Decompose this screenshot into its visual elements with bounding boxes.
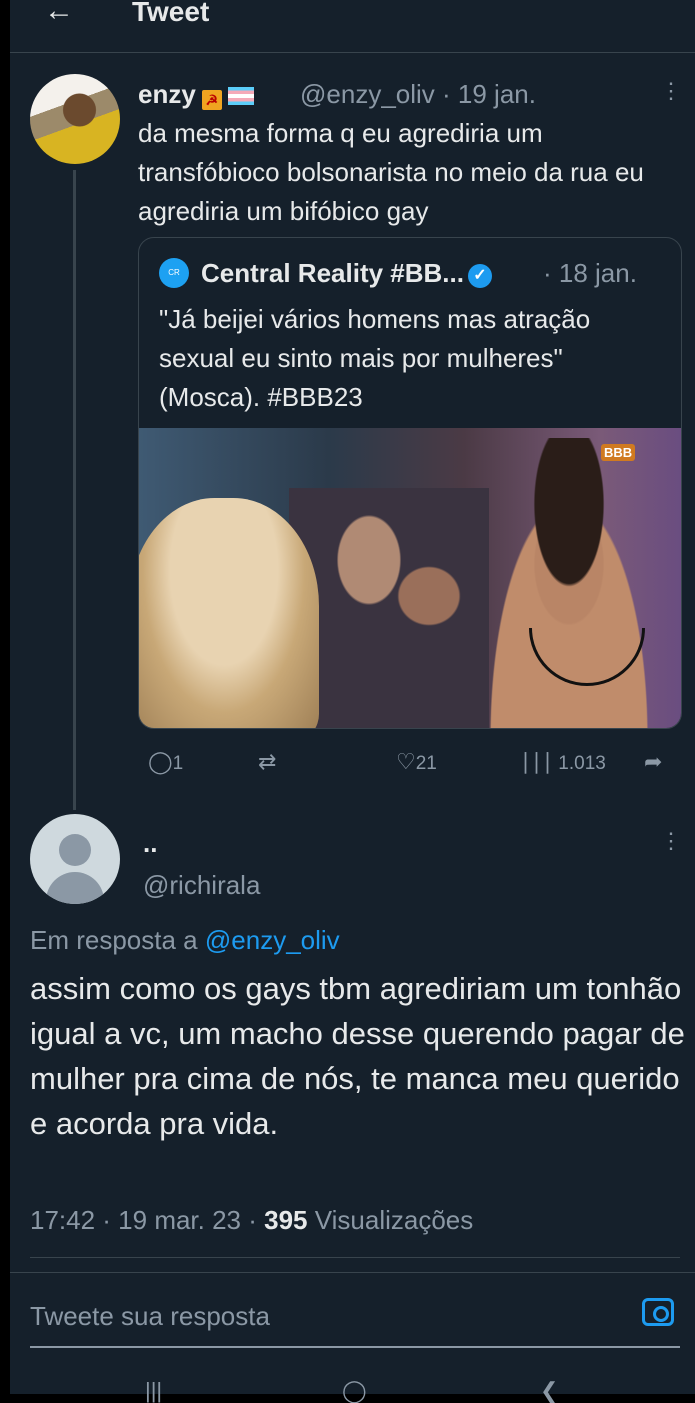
trans-flag-icon [227,87,254,105]
divider [10,1272,695,1273]
reply-icon: ◯ [148,749,173,774]
retweet-button[interactable]: ⇄ [258,744,276,782]
recent-apps-icon[interactable]: ||| [145,1380,162,1402]
arrow-left-icon[interactable]: ← [44,0,74,26]
heart-icon: ♡ [396,749,416,774]
replied-handle-link[interactable]: @enzy_oliv [205,925,340,955]
views-button[interactable]: ∣∣∣ 1.013 [520,744,606,782]
reply-author-name[interactable]: .. [143,828,157,858]
system-nav-bar: ||| ◯ ❮ [10,1368,695,1402]
quoted-date: · 18 jan. [543,258,637,288]
avatar[interactable] [30,74,120,164]
hammer-sickle-icon: ☭ [201,90,222,110]
views-count-total: 395 [264,1205,308,1235]
image-blonde-person [139,498,319,728]
image-crowd [289,488,489,728]
like-count: 21 [415,753,437,774]
reply-author-handle[interactable]: @richirala [143,870,260,900]
quoted-media-image[interactable]: BBB [139,428,681,728]
verified-badge-icon: ✓ [467,264,492,288]
handle-text: @enzy_oliv [300,79,435,109]
quoted-author-name: Central Reality #BB... ✓ [201,256,492,290]
reply-text: assim como os gays tbm agrediriam um ton… [30,971,685,1141]
bbb-logo: BBB [601,444,636,461]
author-handle[interactable]: @enzy_oliv · 19 jan. [300,78,536,110]
views-count: 1.013 [558,753,606,774]
reply-prefix: Em resposta a [30,925,198,955]
share-button[interactable]: ➦ [644,744,662,782]
avatar-body-shape [46,872,104,904]
retweet-icon: ⇄ [258,749,277,774]
share-icon: ➦ [644,749,663,774]
tweet-date: · 19 jan. [442,79,536,109]
tweet-screen: ← Tweet enzy ☭ @enzy_oliv · 19 jan. ⋮ da … [10,0,695,1402]
more-options-icon[interactable]: ⋮ [660,78,682,104]
timestamp[interactable]: 17:42 · 19 mar. 23 · [30,1205,257,1235]
avatar-default[interactable] [30,814,120,904]
tweet-actions: ◯1 ⇄ ♡21 ∣∣∣ 1.013 ➦ [138,744,678,780]
replying-to: Em resposta a @enzy_oliv [30,924,340,956]
page-title: Tweet [132,0,210,27]
quoted-avatar: CR [159,258,189,288]
tweet-metadata: 17:42 · 19 mar. 23 · 395 Visualizações [30,1204,473,1236]
tweet-text: da mesma forma q eu agrediria um transfó… [138,118,644,226]
quoted-author-name-text: Central Reality #BB... [201,258,464,288]
input-underline [30,1346,680,1348]
reply-input[interactable]: Tweete sua resposta [30,1298,270,1334]
image-man [469,438,669,728]
header: ← Tweet [10,0,695,53]
reply-button[interactable]: ◯1 [148,744,183,782]
back-icon[interactable]: ❮ [540,1380,558,1402]
thread-connector-line [73,170,76,810]
quoted-tweet[interactable]: CR Central Reality #BB... ✓ · 18 jan. "Já… [138,237,682,729]
author-name-text: enzy [138,79,196,109]
divider [30,1257,680,1258]
reply-count: 1 [172,753,184,774]
views-chart-icon: ∣∣∣ [520,749,553,774]
author-name[interactable]: enzy ☭ [138,78,254,110]
home-icon[interactable]: ◯ [342,1380,367,1402]
more-options-icon[interactable]: ⋮ [660,828,682,854]
like-button[interactable]: ♡21 [396,744,437,782]
camera-icon[interactable] [642,1298,674,1326]
avatar-head-shape [59,834,91,866]
views-label: Visualizações [314,1205,474,1235]
quoted-text: "Já beijei vários homens mas atração sex… [159,304,591,412]
